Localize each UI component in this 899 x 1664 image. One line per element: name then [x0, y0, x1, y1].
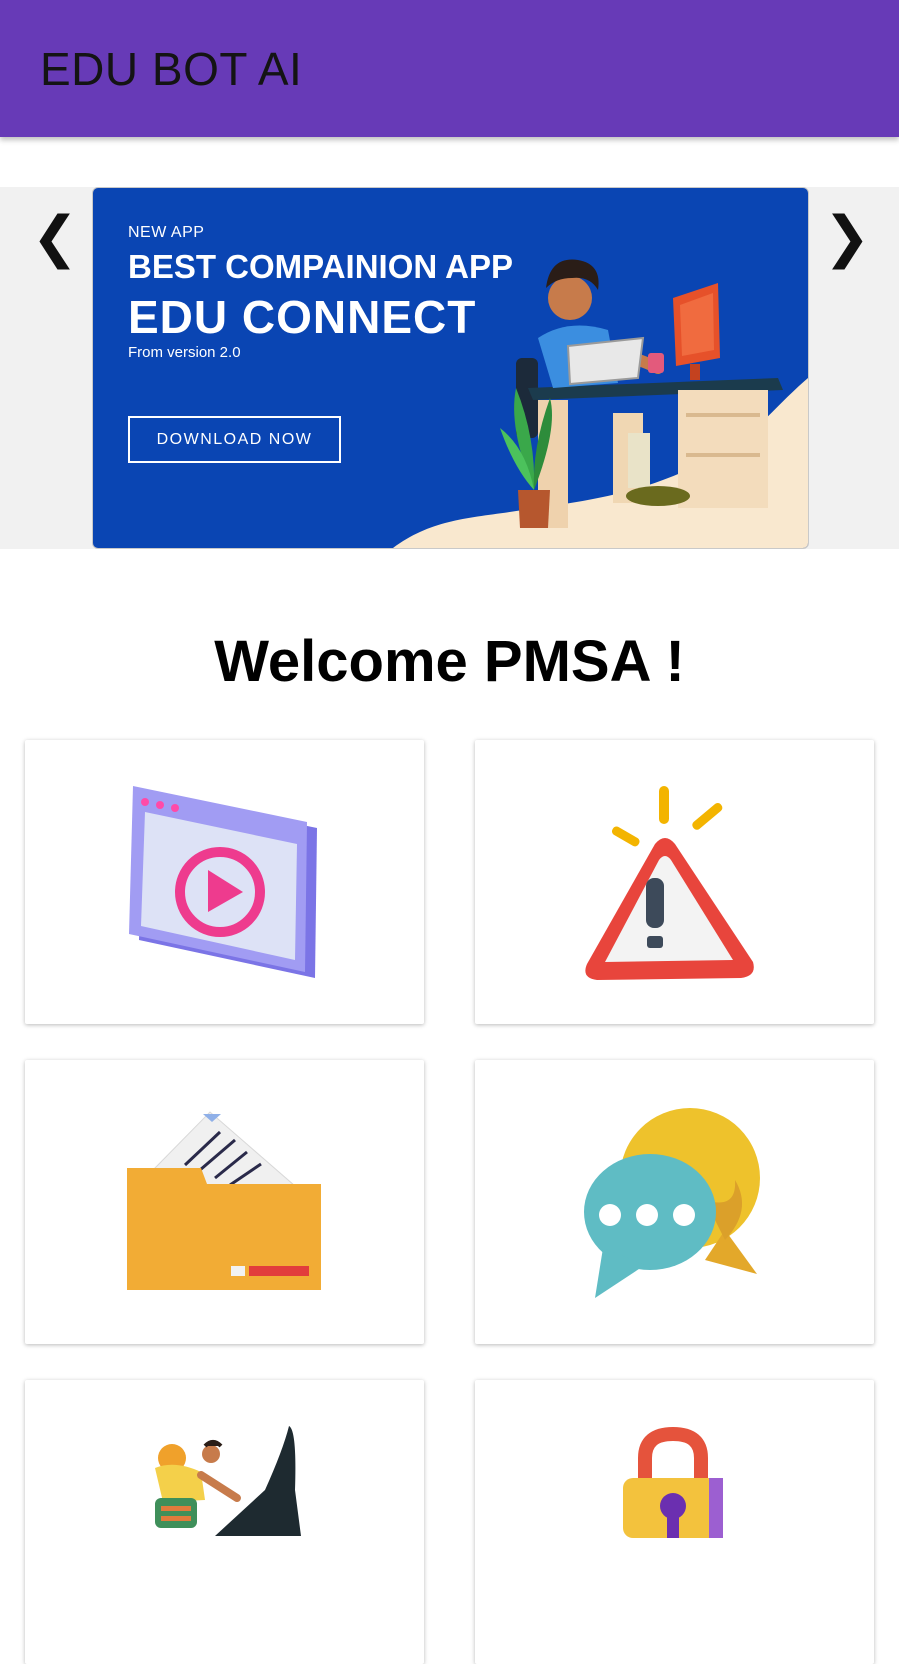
video-player-icon: [129, 786, 317, 978]
tile-security[interactable]: [475, 1380, 874, 1664]
chat-bubbles-icon: [584, 1108, 760, 1298]
lock-icon: [623, 1426, 723, 1538]
carousel-next-button[interactable]: ❯: [822, 207, 872, 267]
warning-icon: [585, 786, 754, 980]
banner-carousel[interactable]: ❮ ❯ NEW APP BEST COMPAINION APP EDU CONN…: [0, 187, 899, 549]
folder-icon: [127, 1111, 321, 1290]
promo-banner[interactable]: NEW APP BEST COMPAINION APP EDU CONNECT …: [92, 187, 809, 549]
welcome-heading: Welcome PMSA !: [214, 629, 685, 694]
banner-headline: BEST COMPAINION APP: [128, 248, 514, 285]
app-title: EDU BOT AI: [40, 43, 303, 95]
banner-app-name: EDU CONNECT: [128, 291, 477, 343]
climber-icon: [155, 1426, 301, 1536]
tile-video[interactable]: [25, 740, 424, 1024]
banner-subtitle: From version 2.0: [128, 344, 241, 361]
tile-files[interactable]: [25, 1060, 424, 1344]
carousel-prev-button[interactable]: ❮: [30, 207, 80, 267]
tile-chat[interactable]: [475, 1060, 874, 1344]
app-bar: EDU BOT AI: [0, 0, 899, 137]
tile-alert[interactable]: [475, 740, 874, 1024]
banner-tag: NEW APP: [128, 224, 205, 241]
tile-challenge[interactable]: [25, 1380, 424, 1664]
person-at-desk-illustration: [500, 259, 783, 528]
download-now-button[interactable]: DOWNLOAD NOW: [128, 416, 341, 463]
